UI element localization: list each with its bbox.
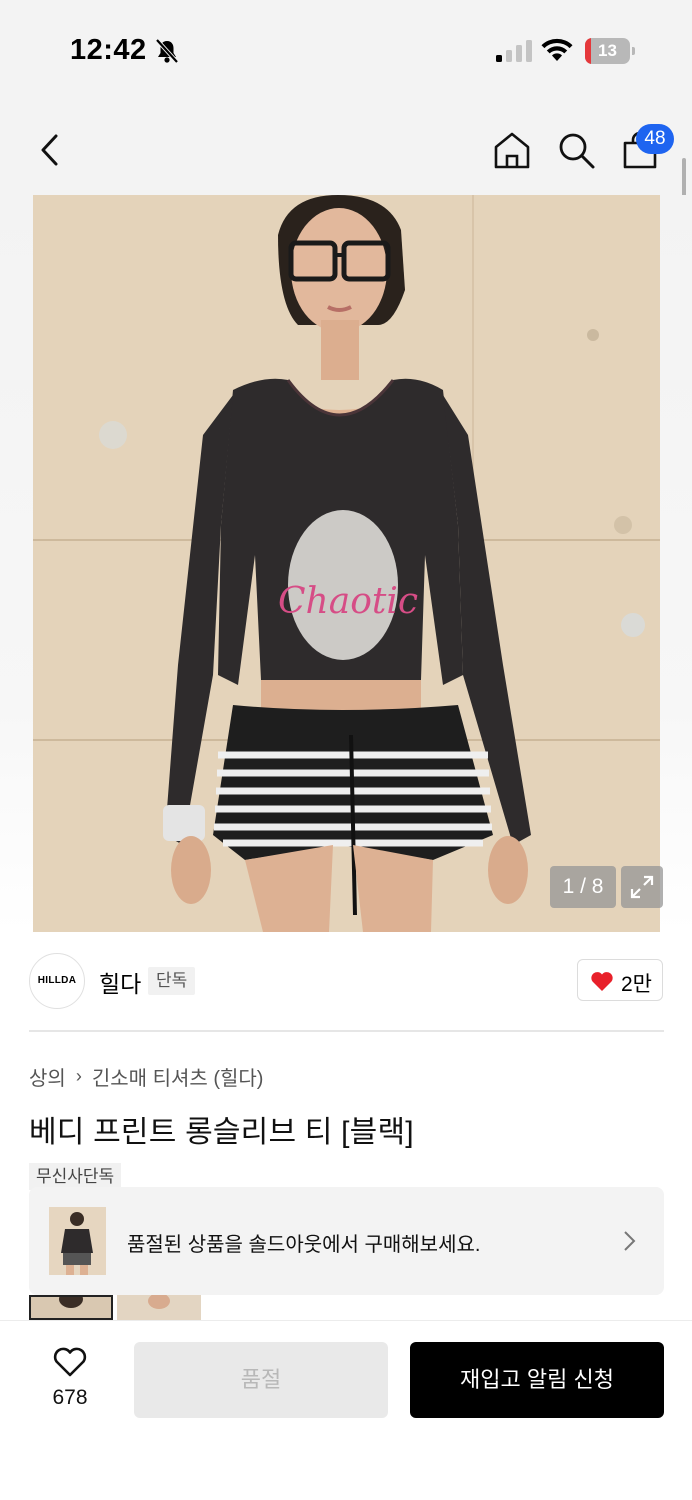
musinsa-exclusive-badge: 무신사단독 [29,1163,122,1190]
chevron-right-icon [624,1231,636,1251]
brand-like-button[interactable]: 2만 [577,959,663,1001]
expand-icon [630,875,654,899]
svg-text:Chaotic: Chaotic [278,581,418,622]
image-counter: 1 / 8 [550,866,616,908]
restock-alert-button[interactable]: 재입고 알림 신청 [410,1342,664,1418]
cellular-signal-icon [496,40,532,62]
exclusive-tag: 단독 [148,967,196,995]
breadcrumb-category[interactable]: 상의 [29,1062,66,1091]
wishlist-count: 678 [52,1386,88,1409]
product-title: 베디 프린트 롱슬리브 티 [블랙] [29,1116,414,1149]
breadcrumb-subcategory[interactable]: 긴소매 티셔츠 (힐다) [92,1062,264,1091]
thumbnail-item[interactable] [29,1295,113,1320]
divider [29,1030,664,1032]
brand-name[interactable]: 힐다 [99,965,141,999]
banner-thumbnail [49,1207,106,1275]
chevron-left-icon[interactable] [34,132,66,168]
battery-indicator: 13 [585,38,635,64]
status-bar: 12:42 13 [0,0,692,100]
heart-outline-icon [53,1347,87,1377]
soldout-banner-text: 품절된 상품을 솔드아웃에서 구매해보세요. [127,1234,481,1256]
brand-logo[interactable]: HILLDA [29,953,85,1009]
soldout-button: 품절 [134,1342,388,1418]
search-icon[interactable] [556,130,596,170]
bell-muted-icon [155,38,179,64]
heart-filled-icon [591,972,613,991]
breadcrumb: 상의 › 긴소매 티셔츠 (힐다) [29,1062,263,1091]
chevron-right-icon: › [75,1066,82,1086]
home-icon[interactable] [492,130,532,170]
wifi-icon [541,38,573,61]
cart-count-badge: 48 [636,124,674,154]
thumbnail-strip [29,1295,201,1320]
status-time: 12:42 [70,34,147,66]
soldout-banner[interactable]: 품절된 상품을 솔드아웃에서 구매해보세요. [29,1187,664,1295]
battery-level: 13 [598,41,617,60]
wishlist-button[interactable]: 678 [38,1342,102,1414]
brand-like-count: 2만 [621,973,652,996]
thumbnail-item[interactable] [117,1295,201,1320]
product-image[interactable]: Chaotic [33,195,660,932]
expand-image-button[interactable] [621,866,663,908]
